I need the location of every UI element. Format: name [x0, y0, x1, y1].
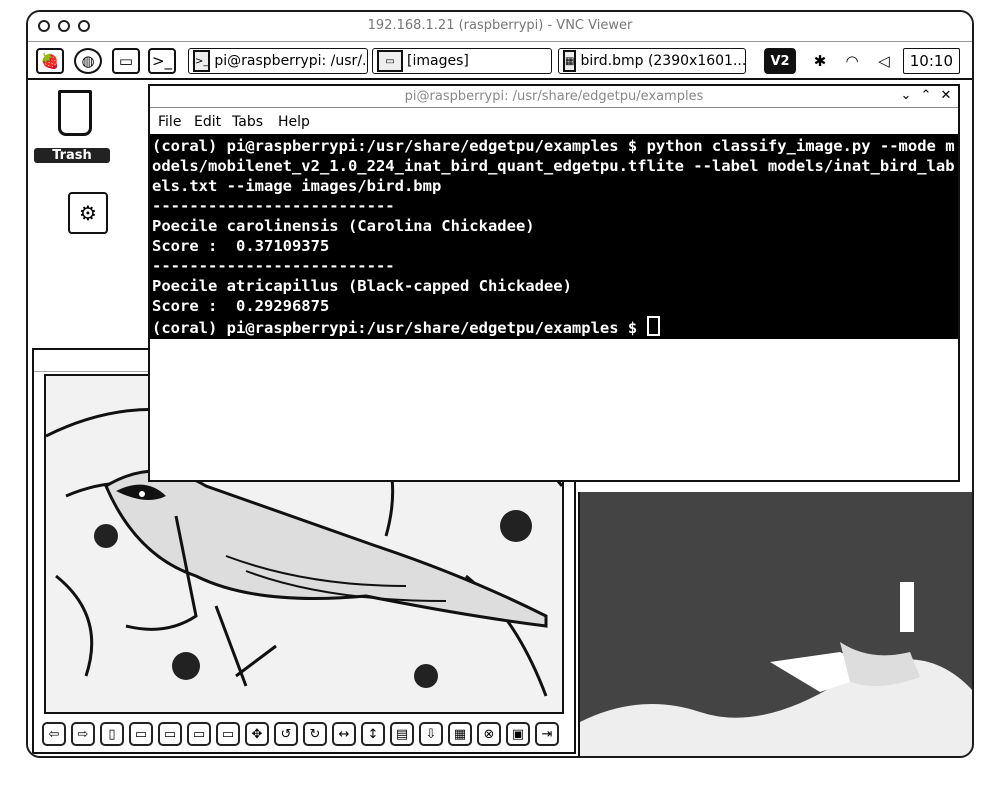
terminal-body[interactable]: (coral) pi@raspberrypi:/usr/share/edgetp… [150, 134, 958, 480]
terminal-prompt-line: (coral) pi@raspberrypi:/usr/share/edgetp… [152, 316, 956, 338]
menu-help[interactable]: Help [278, 114, 310, 130]
save-button[interactable]: ⇩ [419, 722, 443, 746]
terminal-line: (coral) pi@raspberrypi:/usr/share/edgetp… [152, 137, 955, 195]
background-photo [578, 492, 972, 756]
flip-vertical-icon: ↕ [367, 726, 379, 742]
bluetooth-tray[interactable]: ✱ [806, 48, 834, 74]
volume-tray[interactable]: ◁ [870, 48, 898, 74]
close-icon: ✕ [940, 88, 952, 103]
trash-label: Trash [34, 148, 110, 163]
back-button[interactable]: ⇦ [42, 722, 66, 746]
terminal-menubar: File Edit Tabs Help [150, 110, 958, 134]
forward-button[interactable]: ⇨ [71, 722, 95, 746]
fullscreen-button[interactable]: ✥ [245, 722, 269, 746]
delete-button[interactable]: ⊗ [477, 722, 501, 746]
desktop-trash[interactable]: Trash [34, 86, 110, 172]
first-icon: ▯ [108, 726, 116, 742]
task-label: pi@raspberrypi: /usr/... [214, 53, 368, 69]
taskbar-clock[interactable]: 10:10 [902, 48, 960, 74]
terminal-title: pi@raspberrypi: /usr/share/edgetpu/examp… [404, 89, 704, 104]
fit-button[interactable]: ▭ [187, 722, 211, 746]
terminal-launcher[interactable]: >_ [148, 48, 176, 74]
bluetooth-icon: ✱ [813, 52, 827, 70]
vnc-server-tray[interactable]: V2 [764, 48, 796, 74]
terminal-cursor [646, 316, 660, 336]
taskbar: 🍓 ◍ ▭ >_ >_ pi@raspberrypi: /usr/... ▭ [… [28, 42, 972, 80]
file-manager-launcher[interactable]: ▭ [112, 48, 140, 74]
terminal-output[interactable]: (coral) pi@raspberrypi:/usr/share/edgetp… [150, 134, 958, 339]
zoom-in-button[interactable]: ▭ [129, 722, 153, 746]
flip-horizontal-button[interactable]: ↔ [332, 722, 356, 746]
open-button[interactable]: ▤ [390, 722, 414, 746]
save-as-icon: ▦ [453, 726, 467, 742]
terminal-line: Score : 0.29296875 [152, 297, 330, 315]
quit-icon: ⇥ [541, 726, 553, 742]
back-icon: ⇦ [48, 726, 60, 742]
preferences-icon: ▣ [511, 726, 525, 742]
fit-icon: ▭ [192, 726, 206, 742]
zoom-in-icon: ▭ [134, 726, 148, 742]
delete-icon: ⊗ [483, 726, 495, 742]
terminal-line: Score : 0.37109375 [152, 237, 330, 255]
menu-tabs[interactable]: Tabs [232, 114, 263, 130]
task-label: [images] [407, 53, 469, 69]
vnc-window-title: 192.168.1.21 (raspberrypi) - VNC Viewer [367, 18, 633, 33]
viewer-toolbar: ⇦ ⇨ ▯ ▭ ▭ ▭ ▭ ✥ ↺ ↻ ↔ ↕ ▤ ⇩ ▦ ⊗ ▣ ⇥ [34, 718, 574, 752]
task-image-viewer[interactable]: ▦ bird.bmp (2390x1601... [558, 48, 746, 74]
terminal-line: -------------------------- [152, 197, 395, 215]
vnc-titlebar: 192.168.1.21 (raspberrypi) - VNC Viewer [28, 12, 972, 42]
zoom-out-button[interactable]: ▭ [158, 722, 182, 746]
terminal-icon: >_ [193, 50, 211, 72]
terminal-titlebar: pi@raspberrypi: /usr/share/edgetpu/examp… [150, 86, 958, 108]
desktop-app-shortcut[interactable]: ⚙ [68, 192, 108, 234]
flip-vertical-button[interactable]: ↕ [361, 722, 385, 746]
open-icon: ▤ [395, 726, 409, 742]
volume-icon: ◁ [878, 52, 890, 70]
wifi-icon: ◠ [845, 52, 859, 70]
vnc-icon: V2 [770, 53, 790, 69]
chevron-down-icon: ⌄ [900, 88, 912, 103]
zoom-out-icon: ▭ [163, 726, 177, 742]
actual-size-button[interactable]: ▭ [216, 722, 240, 746]
minimize-button[interactable]: ⌄ [898, 88, 914, 104]
menu-file[interactable]: File [158, 114, 181, 130]
globe-icon: ◍ [81, 52, 95, 70]
rotate-right-icon: ↻ [309, 726, 321, 742]
menu-edit[interactable]: Edit [194, 114, 221, 130]
raspberry-icon: 🍓 [40, 52, 60, 70]
vnc-viewer-window: 192.168.1.21 (raspberrypi) - VNC Viewer … [26, 10, 974, 758]
app-icon: ⚙ [79, 201, 97, 225]
terminal-line: -------------------------- [152, 257, 395, 275]
save-as-button[interactable]: ▦ [448, 722, 472, 746]
remote-desktop: 🍓 ◍ ▭ >_ >_ pi@raspberrypi: /usr/... ▭ [… [28, 42, 972, 756]
close-button[interactable]: ✕ [938, 88, 954, 104]
wifi-tray[interactable]: ◠ [838, 48, 866, 74]
raspberry-menu-button[interactable]: 🍓 [36, 48, 64, 74]
terminal-window: pi@raspberrypi: /usr/share/edgetpu/examp… [148, 84, 960, 482]
trash-icon [58, 90, 92, 136]
quit-button[interactable]: ⇥ [535, 722, 559, 746]
maximize-button[interactable]: ⌃ [918, 88, 934, 104]
task-terminal[interactable]: >_ pi@raspberrypi: /usr/... [188, 48, 368, 74]
browser-launcher[interactable]: ◍ [74, 48, 102, 74]
folder-icon: ▭ [377, 50, 403, 72]
preferences-button[interactable]: ▣ [506, 722, 530, 746]
task-file-manager[interactable]: ▭ [images] [372, 48, 552, 74]
flip-horizontal-icon: ↔ [338, 726, 350, 742]
terminal-icon: >_ [151, 52, 173, 70]
chevron-up-icon: ⌃ [920, 88, 932, 103]
rotate-left-button[interactable]: ↺ [274, 722, 298, 746]
first-button[interactable]: ▯ [100, 722, 124, 746]
terminal-line: Poecile atricapillus (Black-capped Chick… [152, 277, 572, 295]
forward-icon: ⇨ [77, 726, 89, 742]
image-icon: ▦ [563, 50, 577, 72]
actual-size-icon: ▭ [221, 726, 235, 742]
save-icon: ⇩ [425, 726, 437, 742]
folder-icon: ▭ [118, 52, 134, 70]
terminal-line: Poecile carolinensis (Carolina Chickadee… [152, 217, 535, 235]
task-label: bird.bmp (2390x1601... [580, 53, 746, 69]
fullscreen-icon: ✥ [251, 726, 263, 742]
rotate-left-icon: ↺ [280, 726, 292, 742]
rotate-right-button[interactable]: ↻ [303, 722, 327, 746]
